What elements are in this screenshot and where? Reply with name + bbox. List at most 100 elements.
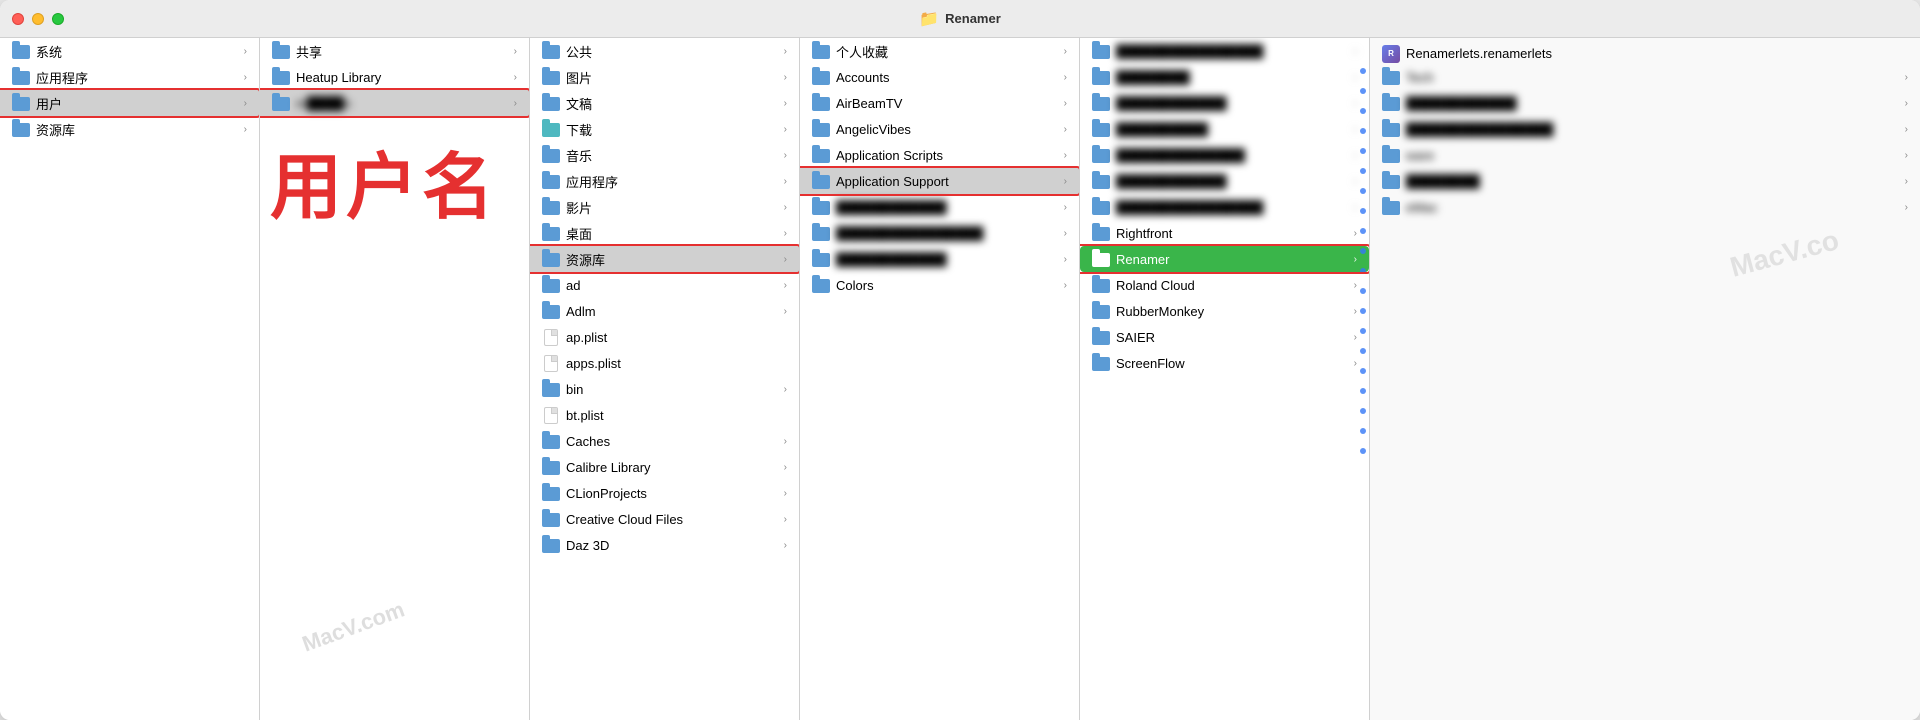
col4-fav[interactable]: 个人收藏 ›: [800, 38, 1079, 64]
col6-renamerlets[interactable]: R Renamerlets.renamerlets: [1370, 38, 1920, 64]
folder-icon: [812, 172, 830, 190]
col2-username[interactable]: m████n ›: [260, 90, 529, 116]
col4-appscripts[interactable]: Application Scripts ›: [800, 142, 1079, 168]
col4-blurred1[interactable]: ████████████ ›: [800, 194, 1079, 220]
col1-library[interactable]: 资源库 ›: [0, 116, 259, 142]
scroll-dot: [1360, 408, 1366, 414]
col5-saier[interactable]: SAIER ›: [1080, 324, 1369, 350]
column-2: 共享 › Heatup Library › m████n › 用户名 MacV.…: [260, 38, 530, 720]
col3-caches[interactable]: Caches ›: [530, 428, 799, 454]
col3-downloads[interactable]: 下载 ›: [530, 116, 799, 142]
col5-renamer[interactable]: Renamer ›: [1080, 246, 1369, 272]
scroll-dot: [1360, 248, 1366, 254]
col5-blurred5-label: ██████████████: [1116, 148, 1350, 163]
folder-icon: [812, 250, 830, 268]
col3-adlm[interactable]: Adlm ›: [530, 298, 799, 324]
chevron-icon: ›: [514, 98, 517, 109]
folder-icon: [542, 536, 560, 554]
col3-appslist[interactable]: apps.plist: [530, 350, 799, 376]
finder-body: 系统 › 应用程序 › 用户 › 资源库 ›: [0, 38, 1920, 720]
col3-pictures[interactable]: 图片 ›: [530, 64, 799, 90]
col5-roland[interactable]: Roland Cloud ›: [1080, 272, 1369, 298]
folder-icon: [272, 42, 290, 60]
col3-calibre[interactable]: Calibre Library ›: [530, 454, 799, 480]
col4-airbeam-label: AirBeamTV: [836, 96, 1060, 111]
col5-blurred3[interactable]: ████████████ ›: [1080, 90, 1369, 116]
col5-blurred6[interactable]: ████████████ ›: [1080, 168, 1369, 194]
col4-blurred3[interactable]: ████████████ ›: [800, 246, 1079, 272]
col6-blurred3[interactable]: ████████ ›: [1370, 168, 1920, 194]
col3-library[interactable]: 资源库 ›: [530, 246, 799, 272]
watermark-col2: MacV.com: [299, 597, 408, 658]
chevron-icon: ›: [784, 540, 787, 551]
col3-daz3d[interactable]: Daz 3D ›: [530, 532, 799, 558]
scroll-dot: [1360, 308, 1366, 314]
col3-public[interactable]: 公共 ›: [530, 38, 799, 64]
col3-caches-label: Caches: [566, 434, 780, 449]
col3-applist[interactable]: ap.plist: [530, 324, 799, 350]
scroll-indicator: [1357, 38, 1369, 720]
column-4: 个人收藏 › Accounts › AirBeamTV › AngelicVib…: [800, 38, 1080, 720]
folder-icon: [542, 94, 560, 112]
chevron-icon: ›: [1905, 202, 1908, 213]
file-icon: [542, 406, 560, 424]
col6-blurred1[interactable]: ████████████ ›: [1370, 90, 1920, 116]
col5-rubber-label: RubberMonkey: [1116, 304, 1350, 319]
close-button[interactable]: [12, 13, 24, 25]
col3-apps2[interactable]: 应用程序 ›: [530, 168, 799, 194]
col6-ware[interactable]: ware ›: [1370, 142, 1920, 168]
col3-movies[interactable]: 影片 ›: [530, 194, 799, 220]
col5-blurred1[interactable]: ████████████████ ›: [1080, 38, 1369, 64]
col3-documents[interactable]: 文稿 ›: [530, 90, 799, 116]
col3-desktop[interactable]: 桌面 ›: [530, 220, 799, 246]
col4-airbeam[interactable]: AirBeamTV ›: [800, 90, 1079, 116]
chevron-icon: ›: [1064, 98, 1067, 109]
col4-accounts-label: Accounts: [836, 70, 1060, 85]
col4-accounts[interactable]: Accounts ›: [800, 64, 1079, 90]
traffic-lights: [12, 13, 64, 25]
col3-music[interactable]: 音乐 ›: [530, 142, 799, 168]
col6-emac[interactable]: eMac ›: [1370, 194, 1920, 220]
scroll-dot: [1360, 348, 1366, 354]
col5-screenflow[interactable]: ScreenFlow ›: [1080, 350, 1369, 376]
username-big-text: 用户名: [270, 128, 498, 233]
col4-appsupport[interactable]: Application Support ›: [800, 168, 1079, 194]
col3-ad[interactable]: ad ›: [530, 272, 799, 298]
col5-blurred4[interactable]: ██████████ ›: [1080, 116, 1369, 142]
folder-icon: [1092, 42, 1110, 60]
col3-btplist[interactable]: bt.plist: [530, 402, 799, 428]
col4-colors[interactable]: Colors ›: [800, 272, 1079, 298]
folder-icon: [542, 484, 560, 502]
col5-blurred7[interactable]: ████████████████ ›: [1080, 194, 1369, 220]
chevron-icon: ›: [514, 72, 517, 83]
col2-heatup[interactable]: Heatup Library ›: [260, 64, 529, 90]
col3-creative[interactable]: Creative Cloud Files ›: [530, 506, 799, 532]
folder-icon: [1382, 120, 1400, 138]
col5-rubber[interactable]: RubberMonkey ›: [1080, 298, 1369, 324]
col1-users[interactable]: 用户 ›: [0, 90, 259, 116]
col5-blurred2[interactable]: ████████ ›: [1080, 64, 1369, 90]
col4-angelic[interactable]: AngelicVibes ›: [800, 116, 1079, 142]
folder-icon: [1382, 68, 1400, 86]
col6-tech[interactable]: Tech ›: [1370, 64, 1920, 90]
chevron-icon: ›: [244, 98, 247, 109]
col5-rightfont[interactable]: Rightfront ›: [1080, 220, 1369, 246]
chevron-icon: ›: [784, 46, 787, 57]
minimize-button[interactable]: [32, 13, 44, 25]
chevron-icon: ›: [1905, 176, 1908, 187]
col5-blurred5[interactable]: ██████████████ ›: [1080, 142, 1369, 168]
maximize-button[interactable]: [52, 13, 64, 25]
col4-blurred2[interactable]: ████████████████ ›: [800, 220, 1079, 246]
col6-blurred2[interactable]: ████████████████ ›: [1370, 116, 1920, 142]
col3-clion[interactable]: CLionProjects ›: [530, 480, 799, 506]
col3-public-label: 公共: [566, 42, 780, 61]
folder-icon: [812, 94, 830, 112]
col3-library-label: 资源库: [566, 250, 780, 269]
scroll-dot: [1360, 428, 1366, 434]
col2-shared[interactable]: 共享 ›: [260, 38, 529, 64]
col1-system[interactable]: 系统 ›: [0, 38, 259, 64]
col6-renamerlets-label: Renamerlets.renamerlets: [1406, 46, 1908, 61]
col3-bin[interactable]: bin ›: [530, 376, 799, 402]
chevron-icon: ›: [784, 436, 787, 447]
col1-apps[interactable]: 应用程序 ›: [0, 64, 259, 90]
